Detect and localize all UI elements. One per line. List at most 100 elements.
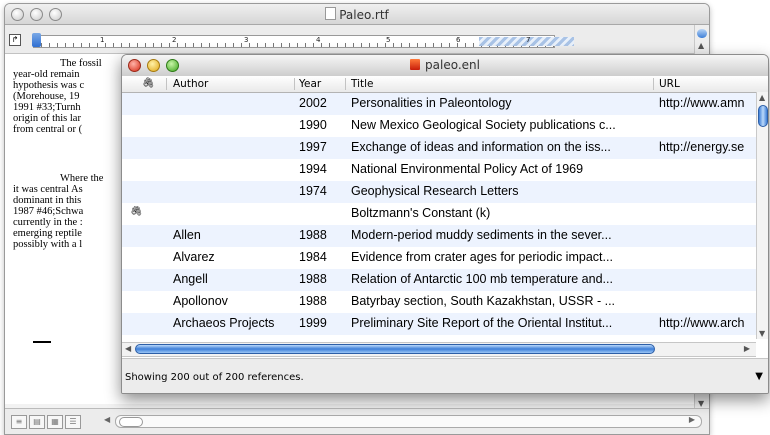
document-icon [325,7,337,20]
scroll-down-arrow-icon[interactable]: ▼ [698,399,704,408]
scroll-left-arrow-icon[interactable]: ◀ [125,344,131,353]
reference-year: 1988 [299,272,327,286]
column-divider[interactable] [653,78,654,90]
reference-year: 1997 [299,140,327,154]
column-divider[interactable] [294,78,295,90]
reference-year: 1984 [299,250,327,264]
reference-author: Angell [173,272,208,286]
reference-row[interactable]: Alvarez 1984 Evidence from crater ages f… [122,247,756,269]
rtf-bottom-bar: ≡ ▤ ▦ ☰ ◀ ▶ [5,408,709,434]
ruler-scale: 1 2 3 4 5 6 7 [33,35,574,48]
reference-row[interactable]: Angell 1988 Relation of Antarctic 100 mb… [122,269,756,291]
scroll-up-arrow-icon[interactable]: ▲ [698,41,704,50]
reference-year: 1999 [299,316,327,330]
reference-row[interactable]: Allen 1988 Modern-period muddy sediments… [122,225,756,247]
indent-marker-icon[interactable] [32,33,41,47]
scroll-up-arrow-icon[interactable]: ▲ [759,93,765,102]
column-divider[interactable] [345,78,346,90]
text-line: dominant in this [13,195,82,206]
text-line: 1987 #46;Schwa [13,206,84,217]
ruler-number: 5 [386,36,391,44]
ruler-number: 7 [526,36,531,44]
ruler-number: 3 [244,36,249,44]
rtf-window-title: Paleo.rtf [5,7,709,22]
text-line: 1991 #33;Turnh [13,102,81,113]
status-menu-arrow-icon[interactable]: ▼ [755,371,763,382]
text-line: from central or ( [13,124,83,135]
reference-url: http://energy.se [659,140,745,154]
reference-row[interactable]: 1990 New Mexico Geological Society publi… [122,115,756,137]
reference-year: 1974 [299,184,327,198]
scroll-thumb[interactable] [135,344,655,354]
enl-titlebar[interactable]: paleo.enl [122,55,768,77]
text-ruler[interactable]: ↱ 1 2 3 4 5 6 7 [5,25,709,54]
reference-title: Boltzmann's Constant (k) [351,206,491,220]
reference-year: 2002 [299,96,327,110]
view-mode-buttons: ≡ ▤ ▦ ☰ [11,415,81,429]
reference-title: National Environmental Policy Act of 196… [351,162,584,176]
reference-vertical-scrollbar[interactable]: ▲ ▼ [756,92,768,339]
library-status-bar: Showing 200 out of 200 references. ▼ [122,358,768,393]
ruler-number: 6 [456,36,461,44]
reference-year: 1988 [299,228,327,242]
enl-title-label: paleo.enl [425,58,480,72]
year-column-header[interactable]: Year [299,78,321,90]
rtf-horizontal-scrollbar[interactable]: ◀ ▶ [104,415,702,428]
scroll-thumb[interactable] [119,417,143,427]
view-outline-icon[interactable]: ☰ [65,415,81,429]
reference-row[interactable]: 🖇 Boltzmann's Constant (k) [122,203,756,225]
rtf-titlebar[interactable]: Paleo.rtf [5,4,709,25]
text-line: (Morehouse, 19 [13,91,80,102]
ruler-number: 1 [100,36,105,44]
title-column-header[interactable]: Title [351,78,374,90]
scroll-right-arrow-icon[interactable]: ▶ [744,344,750,353]
scroll-knob[interactable] [758,105,768,127]
scroll-down-arrow-icon[interactable]: ▼ [759,329,765,338]
rtf-title-label: Paleo.rtf [339,8,389,22]
reference-row[interactable]: 1974 Geophysical Research Letters [122,181,756,203]
endnote-library-window[interactable]: paleo.enl 🖇 Author Year Title URL 2002 P… [121,54,769,394]
text-line: emerging reptile [13,228,82,239]
column-divider[interactable] [166,78,167,90]
attachment-icon: 🖇 [130,206,143,217]
reference-count-status: Showing 200 out of 200 references. [125,372,304,383]
view-columns-icon[interactable]: ▤ [29,415,45,429]
paragraph-1: The fossil year-old remain hypothesis wa… [13,58,102,135]
ruler-number: 4 [316,36,321,44]
reference-author: Alvarez [173,250,215,264]
text-line: hypothesis was c [13,80,85,91]
attachment-column-header-icon[interactable]: 🖇 [142,78,155,89]
scroll-right-arrow-icon[interactable]: ▶ [689,415,695,424]
scroll-knob[interactable] [697,29,707,38]
reference-title: Exchange of ideas and information on the… [351,140,611,154]
reference-title: Personalities in Paleontology [351,96,512,110]
text-line: year-old remain [13,69,80,80]
tab-stop-icon[interactable]: ↱ [9,34,21,46]
reference-title: Modern-period muddy sediments in the sev… [351,228,612,242]
url-column-header[interactable]: URL [659,78,680,90]
scroll-left-arrow-icon[interactable]: ◀ [104,415,110,424]
enl-window-title: paleo.enl [122,58,768,72]
text-cursor-marker [33,341,51,343]
reference-author: Apollonov [173,294,228,308]
view-page-icon[interactable]: ▦ [47,415,63,429]
author-column-header[interactable]: Author [173,78,208,90]
reference-author: Allen [173,228,201,242]
view-list-icon[interactable]: ≡ [11,415,27,429]
reference-row[interactable]: Apollonov 1988 Batyrbay section, South K… [122,291,756,313]
paragraph-2: Where the it was central As dominant in … [13,173,103,250]
reference-author: Archaeos Projects [173,316,275,330]
reference-row[interactable]: 1994 National Environmental Policy Act o… [122,159,756,181]
reference-list[interactable]: 2002 Personalities in Paleontology http:… [122,93,756,338]
reference-title: Preliminary Site Report of the Oriental … [351,316,613,330]
reference-row[interactable]: Archaeos Projects 1999 Preliminary Site … [122,313,756,335]
reference-year: 1990 [299,118,327,132]
reference-row[interactable]: 1997 Exchange of ideas and information o… [122,137,756,159]
text-line: origin of this lar [13,113,81,124]
text-line: possibly with a l [13,239,83,250]
reference-title: Evidence from crater ages for periodic i… [351,250,613,264]
reference-url: http://www.arch [659,316,745,330]
text-line: Where the [60,173,104,184]
reference-horizontal-scrollbar[interactable]: ◀ ▶ [122,342,756,357]
reference-row[interactable]: 2002 Personalities in Paleontology http:… [122,93,756,115]
